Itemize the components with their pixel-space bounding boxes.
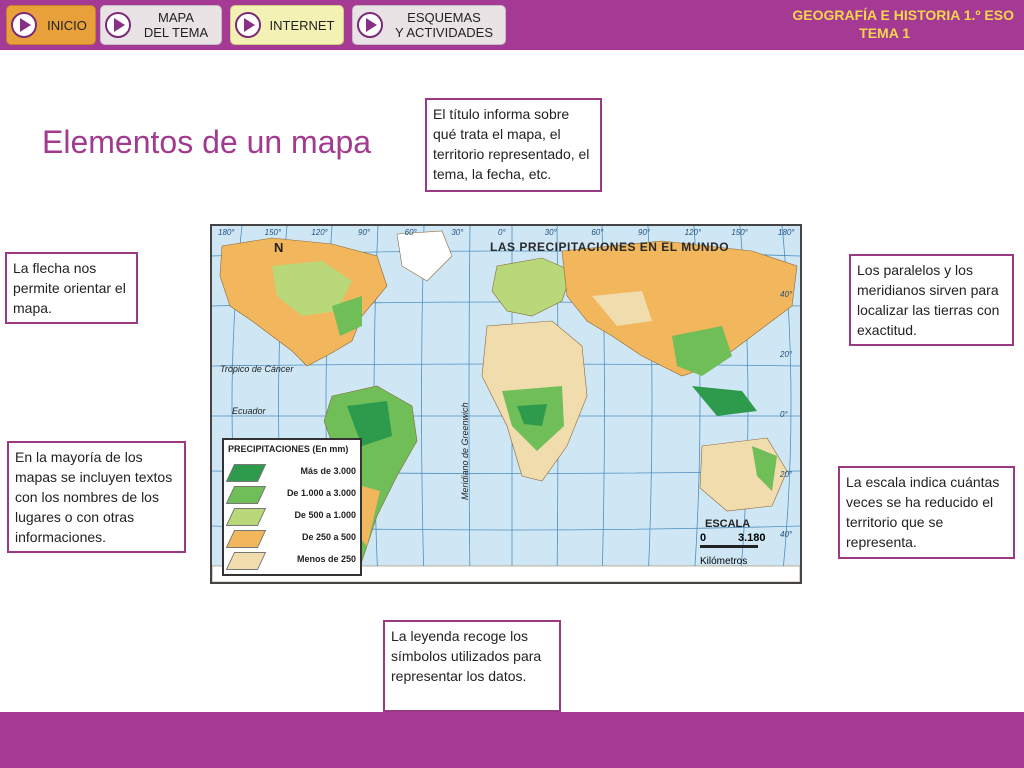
longitude-tick: 30° <box>451 228 464 237</box>
longitude-tick: 60° <box>404 228 417 237</box>
longitude-tick: 150° <box>731 228 748 237</box>
legend-label: Menos de 250 <box>296 554 356 564</box>
legend-item: Menos de 250 <box>224 550 360 570</box>
latitude-tick: 20° <box>780 350 793 359</box>
callout-paralelos: Los paralelos y los meridianos sirven pa… <box>849 254 1014 346</box>
longitude-tick: 180° <box>778 228 795 237</box>
page-title: Elementos de un mapa <box>42 124 372 160</box>
longitude-tick: 120° <box>311 228 328 237</box>
legend-swatch <box>225 530 267 548</box>
internet-button[interactable]: INTERNET <box>230 5 344 45</box>
longitude-tick: 60° <box>591 228 604 237</box>
callout-escala: La escala indica cuántas veces se ha red… <box>838 466 1015 559</box>
scale-unit: Kilómetros <box>700 556 748 567</box>
longitude-tick: 90° <box>358 228 371 237</box>
mapa-label-line1: MAPA <box>158 10 194 25</box>
legend-item: Más de 3.000 <box>224 462 360 482</box>
scale-label: ESCALA <box>705 518 751 530</box>
latitude-tick: 40° <box>780 290 793 299</box>
latitude-tick: 20° <box>780 470 793 479</box>
scale-max: 3.180 <box>738 532 766 544</box>
callout-textos: En la mayoría de los mapas se incluyen t… <box>7 441 186 553</box>
inicio-button[interactable]: INICIO <box>6 5 96 45</box>
play-icon <box>11 12 37 38</box>
longitude-tick: 90° <box>638 228 651 237</box>
scale-min: 0 <box>700 532 707 544</box>
brand-line1: GEOGRAFÍA E HISTORIA 1.º ESO <box>792 7 1014 23</box>
brand-title: GEOGRAFÍA E HISTORIA 1.º ESO TEMA 1 <box>724 6 1014 42</box>
internet-label: INTERNET <box>269 18 335 33</box>
callout-titulo: El título informa sobre qué trata el map… <box>425 98 602 192</box>
brand-line2: TEMA 1 <box>859 25 910 41</box>
longitude-tick: 150° <box>264 228 282 237</box>
legend-title: PRECIPITACIONES (En mm) <box>228 444 349 454</box>
legend-swatch <box>225 464 267 482</box>
legend-item: De 250 a 500 <box>224 528 360 548</box>
play-icon <box>235 12 261 38</box>
equator-label: Ecuador <box>232 406 266 416</box>
legend-swatch <box>225 486 267 504</box>
mapa-del-tema-button[interactable]: MAPA DEL TEMA <box>100 5 222 45</box>
map-title: LAS PRECIPITACIONES EN EL MUNDO <box>490 240 730 254</box>
greenwich-label: Meridiano de Greenwich <box>460 402 470 500</box>
esquemas-label: ESQUEMAS Y ACTIVIDADES <box>385 10 503 40</box>
mapa-label: MAPA DEL TEMA <box>131 10 221 40</box>
latitude-tick: 0° <box>780 410 788 419</box>
north-arrow-label: N <box>274 240 284 255</box>
play-icon <box>105 12 131 38</box>
callout-flecha: La flecha nos permite orientar el mapa. <box>5 252 138 324</box>
esquemas-label-line1: ESQUEMAS <box>407 10 481 25</box>
mapa-label-line2: DEL TEMA <box>143 25 209 40</box>
inicio-label: INICIO <box>47 18 87 33</box>
longitude-tick: 120° <box>684 228 702 237</box>
latitude-tick: 40° <box>780 530 793 539</box>
legend-label: De 250 a 500 <box>301 532 356 542</box>
legend-label: Más de 3.000 <box>300 466 356 476</box>
scale-bar <box>700 545 758 548</box>
esquemas-button[interactable]: ESQUEMAS Y ACTIVIDADES <box>352 5 506 45</box>
tropic-label: Trópico de Cáncer <box>220 364 294 374</box>
play-icon <box>357 12 383 38</box>
legend-label: De 1.000 a 3.000 <box>286 488 356 498</box>
longitude-tick: 180° <box>218 228 235 237</box>
longitude-tick: 0° <box>498 228 506 237</box>
longitude-tick: 30° <box>544 228 557 237</box>
legend-label: De 500 a 1.000 <box>294 510 356 520</box>
legend-swatch <box>225 552 267 570</box>
bottom-bar <box>0 712 1024 768</box>
map-legend: PRECIPITACIONES (En mm) Más de 3.000 De … <box>222 438 362 576</box>
legend-swatch <box>225 508 267 526</box>
esquemas-label-line2: Y ACTIVIDADES <box>394 25 493 40</box>
legend-item: De 500 a 1.000 <box>224 506 360 526</box>
callout-leyenda: La leyenda recoge los símbolos utilizado… <box>383 620 561 712</box>
legend-item: De 1.000 a 3.000 <box>224 484 360 504</box>
